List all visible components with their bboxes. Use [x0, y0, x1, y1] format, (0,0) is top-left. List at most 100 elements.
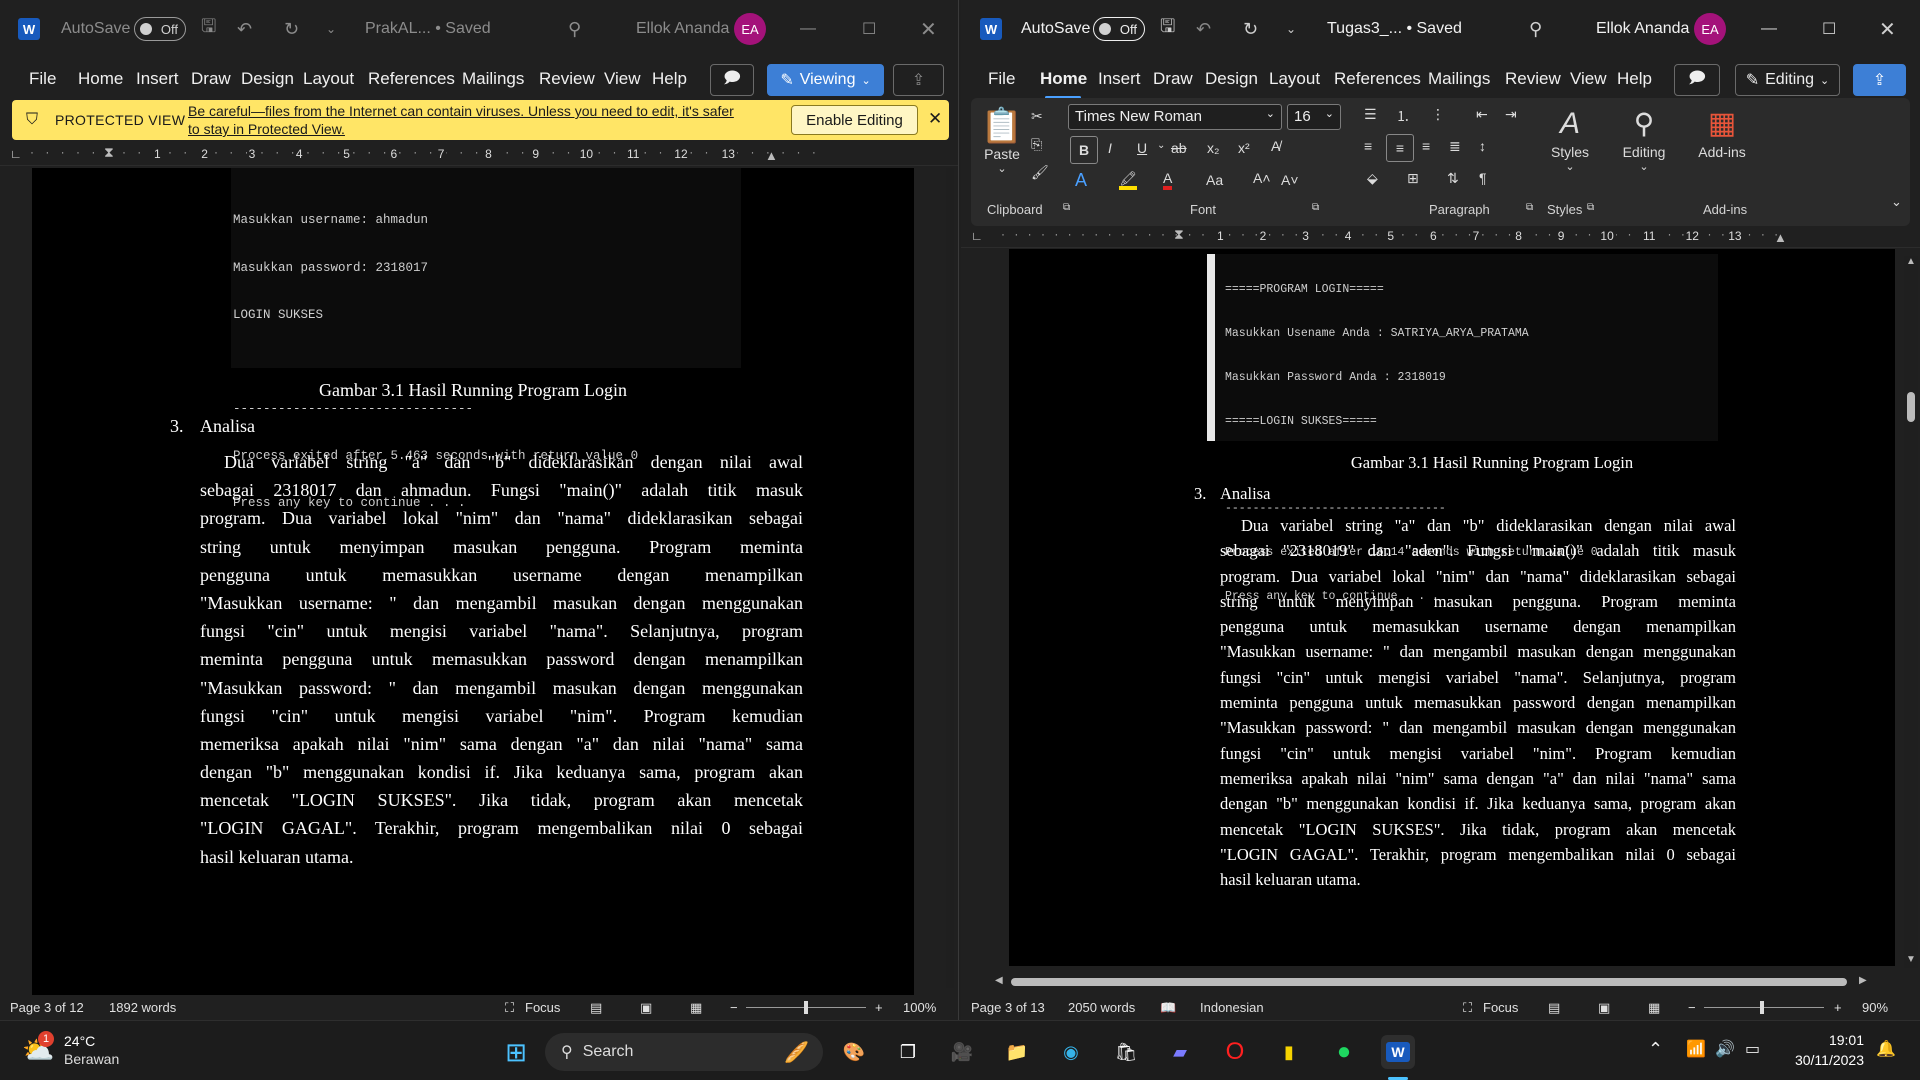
redo-icon[interactable]: ↻: [284, 14, 299, 44]
focus-label[interactable]: Focus: [1483, 1000, 1518, 1015]
scroll-left-icon[interactable]: ◀: [995, 975, 1003, 986]
justify-icon[interactable]: ≣: [1449, 138, 1461, 155]
zoom-level[interactable]: 90%: [1862, 1000, 1888, 1015]
comments-button[interactable]: 🗩: [710, 64, 754, 96]
tab-references[interactable]: References: [368, 69, 455, 89]
search-icon[interactable]: ⚲: [568, 14, 581, 44]
multilevel-list-icon[interactable]: ⋮: [1431, 106, 1445, 123]
change-case-icon[interactable]: Aa: [1206, 172, 1223, 188]
zoom-slider[interactable]: [1704, 1001, 1824, 1014]
start-button[interactable]: ⊞: [499, 1035, 533, 1069]
document-title[interactable]: PrakAL... • Saved: [365, 14, 491, 44]
vertical-scrollbar[interactable]: [946, 168, 954, 988]
underline-options-icon[interactable]: ⌄: [1157, 140, 1165, 151]
save-icon[interactable]: 🖫: [201, 14, 216, 44]
notification-bell-icon[interactable]: 🔔: [1876, 1039, 1896, 1059]
tab-file[interactable]: File: [29, 69, 56, 89]
minimize-icon[interactable]: —: [1761, 14, 1777, 44]
tab-help[interactable]: Help: [652, 69, 687, 89]
customize-qat-icon[interactable]: ⌄: [326, 14, 336, 44]
text-effects-icon[interactable]: A: [1075, 170, 1087, 191]
align-left-icon[interactable]: ≡: [1364, 138, 1372, 154]
maximize-icon[interactable]: ☐: [1822, 14, 1836, 44]
customize-qat-icon[interactable]: ⌄: [1286, 14, 1296, 44]
store-icon[interactable]: 🛍: [1109, 1035, 1143, 1069]
undo-icon[interactable]: ↶: [237, 14, 252, 44]
add-ins-button[interactable]: ▦ Add-ins: [1687, 104, 1757, 160]
sticky-notes-icon[interactable]: ▮: [1272, 1035, 1306, 1069]
weather-widget[interactable]: ⛅ 1 24°C Berawan: [20, 1029, 140, 1073]
subscript-icon[interactable]: x₂: [1207, 140, 1219, 156]
horizontal-ruler[interactable]: ∟ · · · · · · · · · · · · · · · · · · · …: [961, 226, 1920, 248]
undo-icon[interactable]: ↶: [1196, 14, 1211, 44]
shrink-font-icon[interactable]: A˅: [1281, 172, 1299, 188]
underline-icon[interactable]: U: [1137, 140, 1147, 156]
word-count[interactable]: 1892 words: [109, 1000, 176, 1015]
tab-view[interactable]: View: [1570, 69, 1607, 89]
spotify-icon[interactable]: ●: [1327, 1035, 1361, 1069]
maximize-icon[interactable]: ☐: [862, 14, 876, 44]
document-title[interactable]: Tugas3_... • Saved: [1327, 14, 1462, 44]
tab-draw[interactable]: Draw: [191, 69, 231, 89]
app-icon[interactable]: ▰: [1163, 1035, 1197, 1069]
minimize-icon[interactable]: —: [800, 14, 816, 44]
web-layout-icon[interactable]: ▦: [690, 1000, 702, 1016]
scroll-up-icon[interactable]: ▲: [1906, 256, 1916, 267]
tab-mailings[interactable]: Mailings: [462, 69, 524, 89]
zoom-out-icon[interactable]: −: [1688, 1000, 1696, 1015]
styles-button[interactable]: A Styles ⌄: [1541, 104, 1599, 173]
save-icon[interactable]: 🖫: [1160, 14, 1175, 44]
tab-layout[interactable]: Layout: [303, 69, 354, 89]
tab-design[interactable]: Design: [241, 69, 294, 89]
superscript-icon[interactable]: x²: [1238, 140, 1250, 156]
italic-icon[interactable]: I: [1108, 140, 1112, 156]
read-mode-icon[interactable]: ▤: [590, 1000, 602, 1016]
tray-chevron-icon[interactable]: ⌃: [1648, 1039, 1663, 1060]
borders-icon[interactable]: ⊞: [1407, 170, 1419, 187]
read-mode-icon[interactable]: ▤: [1548, 1000, 1560, 1016]
highlight-icon[interactable]: 🖍: [1119, 170, 1137, 190]
align-right-icon[interactable]: ≡: [1422, 138, 1430, 154]
protected-view-link-1[interactable]: Be careful—files from the Internet can c…: [188, 103, 734, 119]
opera-icon[interactable]: O: [1218, 1035, 1252, 1069]
zoom-level[interactable]: 100%: [903, 1000, 936, 1015]
clear-formatting-icon[interactable]: A̸: [1271, 138, 1280, 154]
shading-icon[interactable]: ⬙: [1367, 170, 1378, 187]
focus-icon[interactable]: ⛶: [1463, 1000, 1472, 1016]
font-color-icon[interactable]: A: [1163, 170, 1173, 190]
word-count[interactable]: 2050 words: [1068, 1000, 1135, 1015]
indent-marker[interactable]: ⧗: [1174, 226, 1184, 243]
dialog-launcher-icon[interactable]: ⧉: [1063, 202, 1070, 213]
increase-indent-icon[interactable]: ⇥: [1505, 106, 1517, 123]
tab-view[interactable]: View: [604, 69, 641, 89]
zoom-slider-thumb[interactable]: [1760, 1001, 1764, 1014]
dialog-launcher-icon[interactable]: ⧉: [1312, 202, 1319, 213]
close-icon[interactable]: ✕: [1879, 14, 1896, 44]
page-count[interactable]: Page 3 of 13: [971, 1000, 1045, 1015]
zoom-slider-thumb[interactable]: [804, 1001, 808, 1014]
meet-icon[interactable]: 🎥: [945, 1035, 979, 1069]
tab-home[interactable]: Home: [78, 69, 123, 89]
zoom-in-icon[interactable]: +: [1834, 1000, 1842, 1015]
word-taskbar-icon[interactable]: W: [1381, 1035, 1415, 1069]
tab-insert[interactable]: Insert: [136, 69, 179, 89]
tab-file[interactable]: File: [988, 69, 1015, 89]
zoom-in-icon[interactable]: +: [875, 1000, 883, 1015]
autosave-toggle[interactable]: Off: [134, 17, 186, 41]
web-layout-icon[interactable]: ▦: [1648, 1000, 1660, 1016]
task-view-icon[interactable]: ❐: [891, 1035, 925, 1069]
line-spacing-icon[interactable]: ↕: [1479, 138, 1486, 154]
hscroll-thumb[interactable]: [1011, 978, 1847, 986]
font-size-dropdown[interactable]: 16 ⌄: [1287, 104, 1341, 130]
dialog-launcher-icon[interactable]: ⧉: [1526, 202, 1533, 213]
numbering-icon[interactable]: ⒈: [1396, 106, 1410, 126]
proofing-icon[interactable]: 📖: [1160, 1000, 1176, 1016]
mode-button[interactable]: ✎ Editing ⌄: [1735, 64, 1840, 96]
share-button[interactable]: ⇪: [1853, 64, 1906, 96]
focus-icon[interactable]: ⛶: [505, 1000, 514, 1016]
search-box[interactable]: ⚲ Search 🥖: [545, 1033, 823, 1071]
copy-icon[interactable]: ⎘: [1031, 136, 1042, 153]
grow-font-icon[interactable]: A˄: [1253, 170, 1271, 186]
bullets-icon[interactable]: ☰: [1364, 106, 1377, 123]
page-count[interactable]: Page 3 of 12: [10, 1000, 84, 1015]
